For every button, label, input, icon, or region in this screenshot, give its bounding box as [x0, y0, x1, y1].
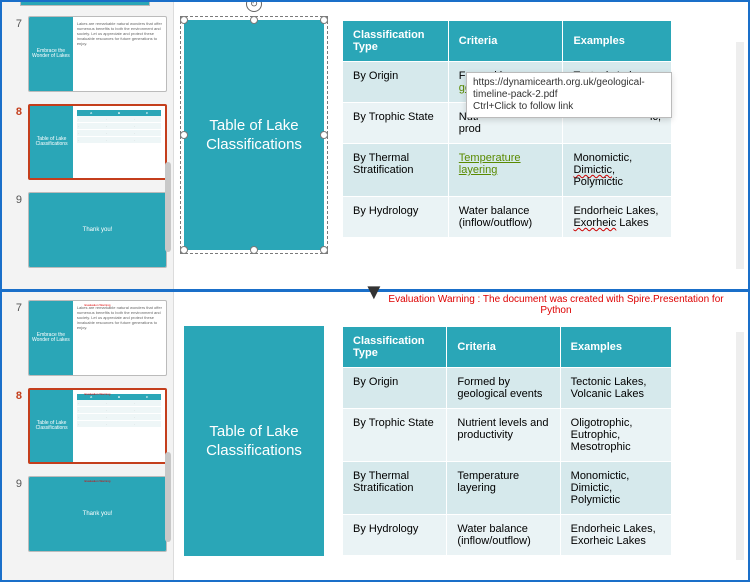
thumb-slide-8[interactable]: Table of Lake Classifications ABC ······…	[28, 104, 167, 180]
th-classification-type: Classification Type	[343, 21, 449, 62]
thumb-slide-9[interactable]: Evaluation Warning Thank you!	[28, 476, 167, 552]
classification-table-wrap: Classification Type Criteria Examples By…	[342, 20, 672, 238]
selection-border	[180, 16, 328, 254]
thumb-title: Embrace the Wonder of Lakes	[31, 49, 71, 60]
cell: Temperature layering	[448, 144, 563, 197]
cell: Monomictic, Dimictic, Polymictic	[560, 462, 671, 515]
thumb-title: Embrace the Wonder of Lakes	[31, 333, 71, 344]
classification-table[interactable]: Classification Type Criteria Examples By…	[342, 326, 672, 556]
thumb-slide-9[interactable]: Thank you!	[28, 192, 167, 268]
pane-before: 7 Embrace the Wonder of Lakes Lakes are …	[0, 0, 750, 290]
slide-editor[interactable]: Table of Lake Classifications Classifica…	[174, 2, 748, 289]
th-examples: Examples	[560, 327, 671, 368]
rotate-handle[interactable]	[246, 2, 262, 12]
slide-number: 9	[8, 194, 22, 206]
resize-handle-w[interactable]	[180, 131, 188, 139]
page-edge-shadow	[736, 332, 744, 560]
title-text-box[interactable]: Table of Lake Classifications	[184, 20, 324, 250]
thumb-slide-7[interactable]: Embrace the Wonder of Lakes Lakes are re…	[28, 16, 167, 92]
resize-handle-e[interactable]	[320, 131, 328, 139]
slide-thumbnail-panel[interactable]: 7 Evaluation Warning Embrace the Wonder …	[2, 292, 174, 580]
cell: Monomictic, Dimictic, Polymictic	[563, 144, 672, 197]
tooltip-url: https://dynamicearth.org.uk/geological-t…	[473, 77, 665, 101]
resize-handle-sw[interactable]	[180, 246, 188, 254]
thumb-slide-7[interactable]: Evaluation Warning Embrace the Wonder of…	[28, 300, 167, 376]
link-temperature-layering[interactable]: Temperature layering	[459, 152, 521, 176]
cell: By Origin	[343, 62, 449, 103]
cell: By Hydrology	[343, 197, 449, 238]
thumbnail-scrollbar[interactable]	[165, 162, 171, 252]
thumb-body-text: Lakes are remarkable natural wonders tha…	[77, 21, 162, 46]
slide-thumbnail-panel[interactable]: 7 Embrace the Wonder of Lakes Lakes are …	[2, 2, 174, 289]
table-row[interactable]: By Trophic State Nutrient levels and pro…	[343, 409, 672, 462]
cell: Tectonic Lakes, Volcanic Lakes	[560, 368, 671, 409]
cell: Endorheic Lakes, Exorheic Lakes	[563, 197, 672, 238]
table-row[interactable]: By Thermal Stratification Temperature la…	[343, 144, 672, 197]
table-row[interactable]: By Hydrology Water balance (inflow/outfl…	[343, 197, 672, 238]
spellcheck-word: Dimictic	[573, 164, 612, 176]
cell: By Thermal Stratification	[343, 462, 447, 515]
cell: Nutrient levels and productivity	[447, 409, 560, 462]
comparison-container: 7 Embrace the Wonder of Lakes Lakes are …	[0, 0, 750, 582]
thumb-mini-table: ABC ······ ······	[77, 394, 161, 428]
th-criteria: Criteria	[447, 327, 560, 368]
slide-number: 7	[8, 18, 22, 30]
cell: Formed by geological events	[447, 368, 560, 409]
thumb-body-text: Lakes are remarkable natural wonders tha…	[77, 305, 162, 330]
thumb-peek-slide-6[interactable]	[20, 2, 150, 6]
spellcheck-word: Exorheic	[573, 217, 616, 229]
thumb-slide-8[interactable]: Evaluation Warning Table of Lake Classif…	[28, 388, 167, 464]
cell: By Thermal Stratification	[343, 144, 449, 197]
slide-number: 7	[8, 302, 22, 314]
th-examples: Examples	[563, 21, 672, 62]
slide-number: 8	[8, 390, 22, 402]
resize-handle-nw[interactable]	[180, 16, 188, 24]
hyperlink-tooltip: https://dynamicearth.org.uk/geological-t…	[466, 72, 672, 118]
cell: Water balance (inflow/outflow)	[447, 515, 560, 556]
thumb-mini-table: ABC ······ ······	[77, 110, 161, 144]
title-text: Table of Lake Classifications	[194, 422, 314, 461]
transform-arrow-icon: ▼	[363, 279, 385, 305]
table-row[interactable]: By Hydrology Water balance (inflow/outfl…	[343, 515, 672, 556]
cell: By Hydrology	[343, 515, 447, 556]
thumb-title: Thank you!	[83, 227, 113, 233]
slide-editor[interactable]: Evaluation Warning : The document was cr…	[174, 292, 748, 580]
classification-table[interactable]: Classification Type Criteria Examples By…	[342, 20, 672, 238]
pane-after: 7 Evaluation Warning Embrace the Wonder …	[0, 290, 750, 582]
thumb-eval-warning: Evaluation Warning	[29, 479, 166, 483]
cell: By Trophic State	[343, 103, 449, 144]
thumb-eval-warning: Evaluation Warning	[29, 303, 166, 307]
resize-handle-n[interactable]	[250, 16, 258, 24]
thumb-title: Table of Lake Classifications	[32, 137, 71, 148]
thumb-title: Thank you!	[83, 511, 113, 517]
slide-number: 9	[8, 478, 22, 490]
slide-number: 8	[8, 106, 22, 118]
thumb-eval-warning: Evaluation Warning	[30, 392, 165, 396]
table-row[interactable]: By Thermal Stratification Temperature la…	[343, 462, 672, 515]
cell: Endorheic Lakes, Exorheic Lakes	[560, 515, 671, 556]
tooltip-hint: Ctrl+Click to follow link	[473, 101, 665, 113]
th-classification-type: Classification Type	[343, 327, 447, 368]
thumbnail-scrollbar[interactable]	[165, 452, 171, 542]
evaluation-warning: Evaluation Warning : The document was cr…	[384, 294, 728, 316]
table-row[interactable]: By Origin Formed by geological events Te…	[343, 368, 672, 409]
title-text-box[interactable]: Table of Lake Classifications	[184, 326, 324, 556]
cell: Water balance (inflow/outflow)	[448, 197, 563, 238]
th-criteria: Criteria	[448, 21, 563, 62]
cell: Oligotrophic, Eutrophic, Mesotrophic	[560, 409, 671, 462]
resize-handle-ne[interactable]	[320, 16, 328, 24]
page-edge-shadow	[736, 42, 744, 269]
cell: By Trophic State	[343, 409, 447, 462]
resize-handle-se[interactable]	[320, 246, 328, 254]
cell: By Origin	[343, 368, 447, 409]
thumb-title: Table of Lake Classifications	[32, 421, 71, 432]
cell: Temperature layering	[447, 462, 560, 515]
resize-handle-s[interactable]	[250, 246, 258, 254]
